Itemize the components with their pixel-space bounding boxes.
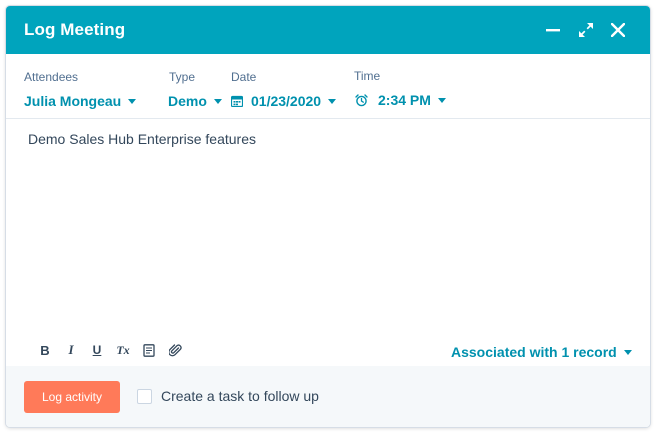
bold-icon: B: [40, 342, 50, 358]
bold-button[interactable]: B: [32, 339, 58, 361]
log-meeting-dialog: Log Meeting Attendees Type Date Time Jul…: [6, 6, 650, 427]
snippet-button[interactable]: [136, 339, 162, 361]
log-activity-button[interactable]: Log activity: [24, 381, 120, 413]
snippet-icon: [143, 343, 155, 357]
attendees-value: Julia Mongeau: [24, 93, 122, 109]
paperclip-icon: [168, 344, 182, 357]
italic-icon: I: [68, 342, 74, 357]
italic-button[interactable]: I: [58, 339, 84, 361]
note-text: Demo Sales Hub Enterprise features: [28, 131, 256, 147]
fields-divider: [6, 118, 650, 119]
formatting-toolbar: B I U Tx: [32, 339, 188, 361]
chevron-down-icon: [328, 98, 337, 104]
attendees-label: Attendees: [24, 70, 79, 84]
date-picker[interactable]: 01/23/2020: [231, 93, 337, 109]
associations-dropdown[interactable]: Associated with 1 record: [451, 344, 632, 360]
date-label: Date: [231, 70, 257, 84]
dialog-title: Log Meeting: [24, 20, 126, 39]
underline-button[interactable]: U: [84, 339, 110, 361]
chevron-down-icon: [128, 98, 137, 104]
expand-button[interactable]: [572, 16, 600, 44]
type-label: Type: [169, 70, 196, 84]
clear-format-button[interactable]: Tx: [110, 339, 136, 361]
expand-arrows-icon: [579, 23, 593, 37]
attendees-dropdown[interactable]: Julia Mongeau: [24, 93, 137, 109]
dialog-header: Log Meeting: [6, 6, 650, 54]
follow-up-task-checkbox[interactable]: [137, 389, 152, 404]
time-picker[interactable]: 2:34 PM: [355, 92, 446, 108]
calendar-icon: [231, 95, 243, 107]
underline-icon: U: [92, 343, 102, 357]
chevron-down-icon: [437, 97, 446, 103]
date-value: 01/23/2020: [251, 93, 322, 109]
follow-up-task-label[interactable]: Create a task to follow up: [161, 388, 319, 404]
clear-format-icon: Tx: [116, 342, 130, 357]
close-icon: [611, 23, 625, 37]
note-editor[interactable]: Demo Sales Hub Enterprise features: [28, 130, 628, 330]
alarm-clock-icon: [355, 93, 368, 106]
chevron-down-icon: [213, 98, 222, 104]
attach-button[interactable]: [162, 339, 188, 361]
close-button[interactable]: [604, 16, 632, 44]
type-value: Demo: [168, 93, 207, 109]
type-dropdown[interactable]: Demo: [168, 93, 222, 109]
time-value: 2:34 PM: [378, 92, 431, 108]
minimize-button[interactable]: [539, 16, 567, 44]
minus-icon: [546, 29, 560, 32]
time-label: Time: [354, 69, 381, 83]
associations-label: Associated with 1 record: [451, 344, 617, 360]
chevron-down-icon: [623, 349, 632, 355]
